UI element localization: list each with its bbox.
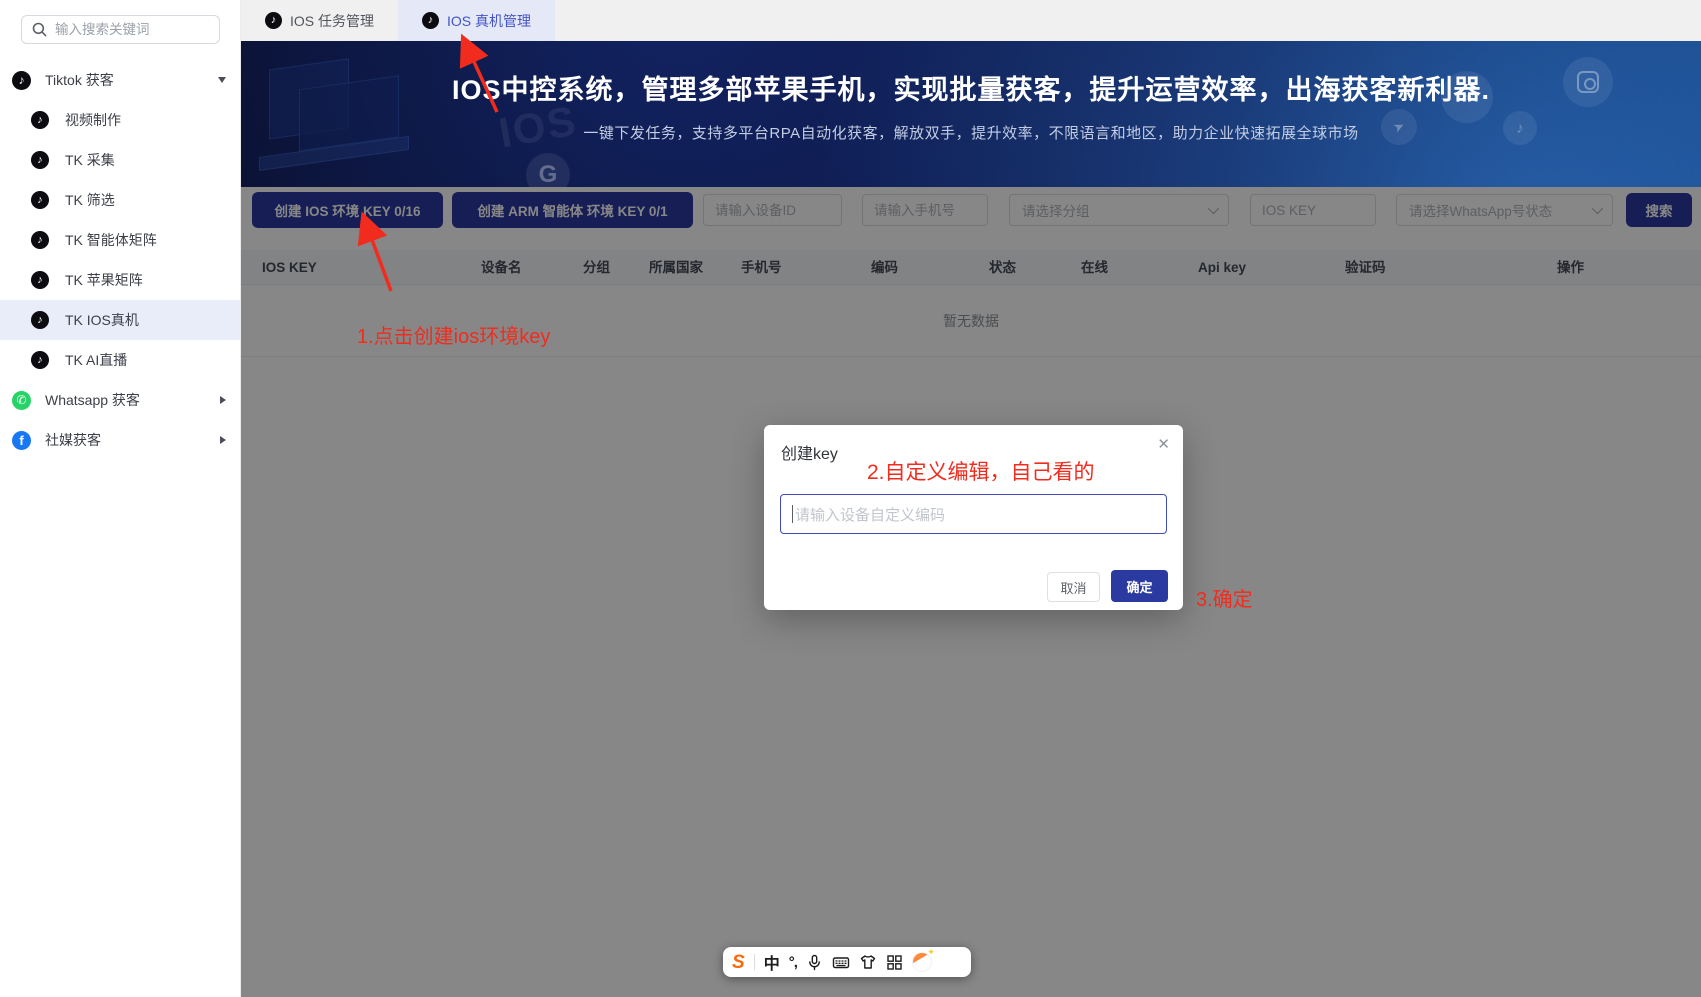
sidebar-item-whatsapp-huoke[interactable]: ✆ Whatsapp 获客 bbox=[0, 380, 240, 420]
sidebar-search[interactable] bbox=[21, 15, 220, 44]
skin-shirt-icon[interactable] bbox=[859, 954, 877, 971]
sidebar-item-label: TK AI直播 bbox=[65, 350, 127, 370]
search-icon bbox=[32, 22, 47, 37]
sidebar-item-tk-filter[interactable]: ♪ TK 筛选 bbox=[0, 180, 240, 220]
text-cursor bbox=[792, 505, 793, 523]
tab-bar: ♪ IOS 任务管理 ♪ IOS 真机管理 bbox=[241, 0, 1701, 41]
ime-mascot-icon[interactable] bbox=[912, 952, 932, 972]
sidebar: ♪ Tiktok 获客 ♪ 视频制作 ♪ TK 采集 ♪ TK 筛选 ♪ TK … bbox=[0, 0, 241, 997]
tiktok-icon: ♪ bbox=[31, 191, 49, 209]
device-code-input[interactable]: 请输入设备自定义编码 bbox=[780, 494, 1167, 534]
sidebar-nav: ♪ Tiktok 获客 ♪ 视频制作 ♪ TK 采集 ♪ TK 筛选 ♪ TK … bbox=[0, 60, 240, 460]
sidebar-item-social-media-huoke[interactable]: f 社媒获客 bbox=[0, 420, 240, 460]
annotation-step2: 2.自定义编辑，自己看的 bbox=[867, 456, 1095, 486]
tab-label: IOS 真机管理 bbox=[447, 11, 531, 31]
chevron-right-icon[interactable] bbox=[220, 396, 226, 404]
tiktok-icon: ♪ bbox=[31, 351, 49, 369]
sidebar-item-tk-agent-matrix[interactable]: ♪ TK 智能体矩阵 bbox=[0, 220, 240, 260]
sidebar-item-tk-ios-device[interactable]: ♪ TK IOS真机 bbox=[0, 300, 240, 340]
tiktok-icon: ♪ bbox=[31, 231, 49, 249]
app-window: ♪ Tiktok 获客 ♪ 视频制作 ♪ TK 采集 ♪ TK 筛选 ♪ TK … bbox=[0, 0, 1701, 997]
sogou-logo-icon[interactable]: S bbox=[732, 953, 745, 972]
tiktok-icon: ♪ bbox=[265, 12, 282, 29]
sidebar-item-label: TK 采集 bbox=[65, 150, 115, 170]
create-key-dialog: 创建key ✕ 请输入设备自定义编码 取消 确定 bbox=[764, 425, 1183, 610]
tiktok-icon: ♪ bbox=[31, 271, 49, 289]
dialog-title: 创建key bbox=[781, 440, 838, 464]
tiktok-icon: ♪ bbox=[31, 311, 49, 329]
microphone-icon[interactable] bbox=[806, 954, 823, 971]
chevron-right-icon[interactable] bbox=[220, 436, 226, 444]
laptop-illustration bbox=[259, 41, 429, 185]
sidebar-item-label: TK 筛选 bbox=[65, 190, 115, 210]
sidebar-item-label: 社媒获客 bbox=[45, 430, 101, 450]
ime-language-toggle[interactable]: 中 bbox=[764, 950, 780, 974]
tiktok-icon: ♪ bbox=[422, 12, 439, 29]
banner-subtitle: 一键下发任务，支持多平台RPA自动化获客，解放双手，提升效率，不限语言和地区，助… bbox=[241, 122, 1701, 143]
ime-divider bbox=[754, 954, 755, 970]
tiktok-icon: ♪ bbox=[31, 111, 49, 129]
sidebar-item-label: Tiktok 获客 bbox=[45, 70, 114, 90]
annotation-step1: 1.点击创建ios环境key bbox=[357, 320, 550, 349]
tiktok-icon: ♪ bbox=[31, 151, 49, 169]
sidebar-item-tk-ai-live[interactable]: ♪ TK AI直播 bbox=[0, 340, 240, 380]
device-code-placeholder: 请输入设备自定义编码 bbox=[795, 504, 945, 525]
sidebar-item-label: 视频制作 bbox=[65, 110, 121, 130]
sidebar-item-tk-apple-matrix[interactable]: ♪ TK 苹果矩阵 bbox=[0, 260, 240, 300]
confirm-button[interactable]: 确定 bbox=[1111, 570, 1168, 602]
close-icon[interactable]: ✕ bbox=[1157, 437, 1170, 452]
chevron-down-icon[interactable] bbox=[218, 77, 226, 83]
annotation-step3: 3.确定 bbox=[1196, 583, 1253, 612]
tab-label: IOS 任务管理 bbox=[290, 11, 374, 31]
sidebar-item-label: TK 智能体矩阵 bbox=[65, 230, 157, 250]
sidebar-item-label: TK 苹果矩阵 bbox=[65, 270, 143, 290]
sidebar-item-video-production[interactable]: ♪ 视频制作 bbox=[0, 100, 240, 140]
hero-banner: IOS G ➤ Zalo ♪ IOS中控系统，管理多部苹果手机，实现批量获客，提… bbox=[241, 41, 1701, 187]
cancel-button[interactable]: 取消 bbox=[1047, 572, 1100, 602]
sidebar-item-label: TK IOS真机 bbox=[65, 310, 139, 330]
sidebar-item-tk-collect[interactable]: ♪ TK 采集 bbox=[0, 140, 240, 180]
whatsapp-icon: ✆ bbox=[12, 391, 31, 410]
google-logo-decoration: G bbox=[526, 153, 570, 187]
facebook-icon: f bbox=[12, 431, 31, 450]
banner-title: IOS中控系统，管理多部苹果手机，实现批量获客，提升运营效率，出海获客新利器. bbox=[241, 68, 1701, 107]
keyboard-icon[interactable] bbox=[832, 954, 850, 971]
tab-ios-device-management[interactable]: ♪ IOS 真机管理 bbox=[398, 0, 555, 41]
tab-ios-task-management[interactable]: ♪ IOS 任务管理 bbox=[241, 0, 398, 41]
ime-punctuation-toggle[interactable]: °, bbox=[789, 954, 797, 971]
sidebar-item-label: Whatsapp 获客 bbox=[45, 390, 140, 410]
search-input[interactable] bbox=[55, 22, 185, 37]
toolbox-grid-icon[interactable] bbox=[886, 954, 903, 971]
sidebar-item-tiktok-huoke[interactable]: ♪ Tiktok 获客 bbox=[0, 60, 240, 100]
tiktok-icon: ♪ bbox=[12, 71, 31, 90]
ime-toolbar: S 中 °, bbox=[723, 947, 971, 977]
